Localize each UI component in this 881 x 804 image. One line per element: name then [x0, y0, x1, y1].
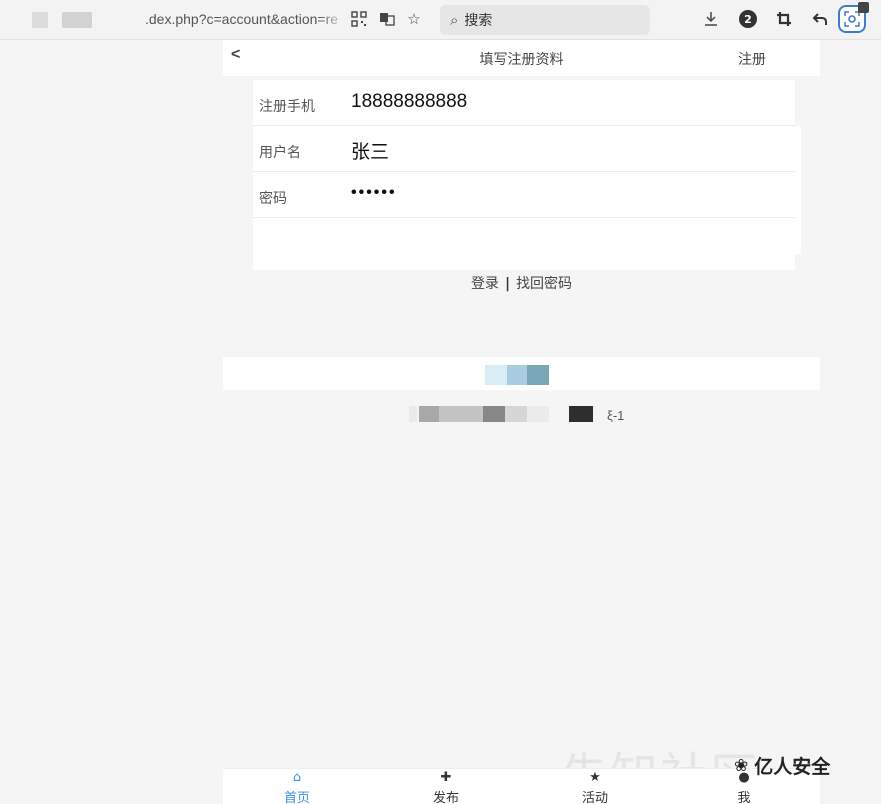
account-links: 登录 | 找回密码 — [223, 273, 820, 293]
crop-icon[interactable] — [773, 8, 795, 30]
lens-badge — [858, 2, 869, 13]
translate-icon[interactable] — [376, 8, 398, 30]
redacted-footer-block — [483, 406, 505, 422]
banner — [223, 357, 820, 390]
mobile-app-view: < 填写注册资料 注册 注册手机 18888888888 用户名 张三 密码 •… — [223, 40, 820, 804]
watermark-text: 亿人安全 — [754, 756, 831, 778]
extension-badge[interactable]: 2 — [737, 8, 759, 30]
page-title: 填写注册资料 — [479, 52, 564, 68]
tab-home[interactable]: ⌂ 首页 — [257, 771, 337, 804]
register-form: 注册手机 18888888888 用户名 张三 密码 •••••• — [253, 80, 801, 270]
phone-input[interactable]: 18888888888 — [351, 91, 467, 113]
register-button[interactable]: 注册 — [738, 49, 766, 69]
tab-me-label: 我 — [737, 791, 751, 804]
username-field[interactable]: 用户名 张三 — [253, 126, 795, 172]
tab-activity-label: 活动 — [581, 791, 608, 804]
tab-activity[interactable]: ★ 活动 — [555, 771, 635, 804]
badge-count: 2 — [739, 10, 757, 28]
bottom-tab-bar: ⌂ 首页 ✚ 发布 ★ 活动 ● 我 — [223, 768, 820, 804]
username-label: 用户名 — [259, 145, 301, 161]
search-input[interactable]: ⌕ 搜索 — [440, 5, 650, 35]
plus-icon: ✚ — [440, 770, 452, 785]
search-icon: ⌕ — [450, 11, 459, 29]
recover-password-link[interactable]: 找回密码 — [516, 273, 572, 293]
phone-field[interactable]: 注册手机 18888888888 — [253, 80, 795, 126]
nav-bar: < 填写注册资料 注册 — [223, 40, 820, 76]
home-icon: ⌂ — [292, 770, 302, 785]
redacted-footer-block — [419, 406, 439, 422]
redacted-banner-block — [485, 365, 507, 385]
redacted-footer-block — [409, 406, 417, 422]
star-icon[interactable]: ☆ — [403, 8, 425, 30]
tab-publish-label: 发布 — [432, 791, 459, 804]
redacted-footer-block — [439, 406, 483, 422]
redacted-footer-block — [527, 406, 549, 422]
address-bar-url[interactable]: .dex.php?c=account&action=re — [145, 11, 345, 27]
search-placeholder: 搜索 — [464, 13, 493, 29]
tab-publish[interactable]: ✚ 发布 — [406, 771, 486, 804]
tab-home-label: 首页 — [283, 791, 310, 804]
url-fade — [318, 8, 348, 30]
form-edge — [795, 126, 801, 254]
chat-icon: ❀ — [734, 755, 749, 776]
download-icon[interactable] — [700, 8, 722, 30]
watermark: ❀ 亿人安全 — [734, 752, 830, 779]
qr-icon[interactable] — [348, 8, 370, 30]
lens-icon[interactable] — [838, 2, 869, 33]
redacted-tab-block — [62, 12, 92, 28]
username-input[interactable]: 张三 — [351, 137, 389, 164]
star-icon: ★ — [589, 770, 601, 785]
browser-toolbar: .dex.php?c=account&action=re ☆ ⌕ 搜索 2 — [0, 0, 881, 40]
undo-icon[interactable] — [809, 8, 831, 30]
redacted-footer-block — [569, 406, 593, 422]
redacted-footer-block — [505, 406, 527, 422]
password-field[interactable]: 密码 •••••• — [253, 172, 795, 218]
login-link[interactable]: 登录 — [471, 273, 499, 293]
link-separator: | — [504, 276, 511, 292]
extra-field[interactable] — [253, 218, 795, 270]
password-input[interactable]: •••••• — [351, 184, 397, 202]
phone-label: 注册手机 — [259, 99, 315, 115]
redacted-banner-block — [507, 365, 527, 385]
redacted-banner-block — [527, 365, 549, 385]
footer-suffix: ξ-1 — [607, 408, 625, 423]
password-label: 密码 — [259, 191, 287, 207]
redacted-tab-block — [32, 12, 48, 28]
